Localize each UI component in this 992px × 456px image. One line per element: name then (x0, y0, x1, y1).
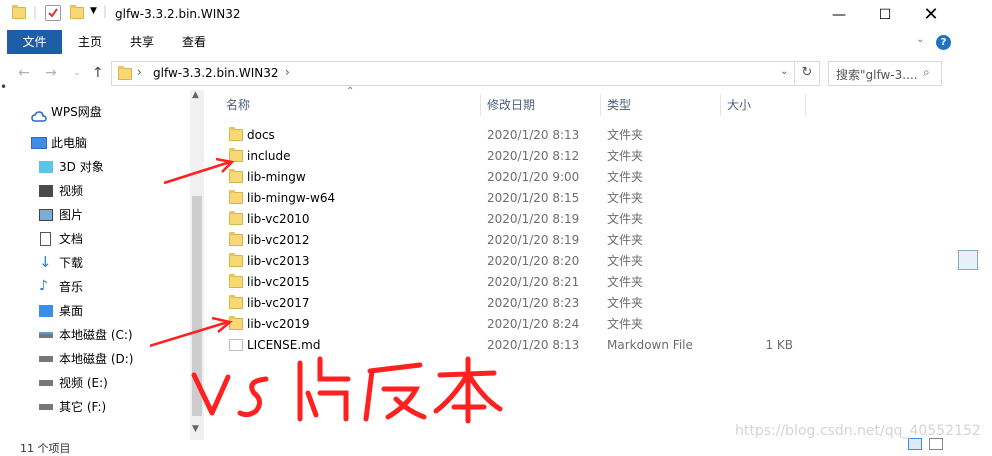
file-row[interactable]: docs 2020/1/20 8:13 文件夹 (215, 125, 805, 146)
cloud-icon (31, 107, 47, 122)
handwritten-annotation (188, 355, 508, 425)
preview-pane-icon[interactable] (958, 250, 978, 270)
chevron-down-icon[interactable]: ⌄ (780, 66, 788, 77)
watermark: https://blog.csdn.net/qq_40552152 (735, 423, 981, 439)
address-bar[interactable]: › glfw-3.3.2.bin.WIN32 › ⌄ (111, 61, 795, 86)
tab-share[interactable]: 共享 (122, 30, 162, 54)
address-path[interactable]: glfw-3.3.2.bin.WIN32 (153, 66, 278, 80)
music-icon: ♪ (39, 278, 48, 294)
desktop-icon (39, 305, 53, 317)
file-row[interactable]: LICENSE.md 2020/1/20 8:13 Markdown File … (215, 335, 805, 356)
folder-icon (118, 66, 132, 80)
separator: | (103, 4, 108, 18)
file-row[interactable]: lib-vc2015 2020/1/20 8:21 文件夹 (215, 272, 805, 293)
new-folder-icon[interactable] (70, 5, 84, 19)
video-icon (39, 185, 53, 197)
title-bar: | ▼ | glfw-3.3.2.bin.WIN32 — ☐ ✕ (0, 0, 992, 30)
scroll-up-icon[interactable]: ▲ (192, 90, 199, 100)
file-row[interactable]: lib-vc2017 2020/1/20 8:23 文件夹 (215, 293, 805, 314)
column-divider[interactable] (480, 94, 481, 116)
computer-icon (31, 137, 47, 149)
search-icon[interactable]: ⌕ (923, 65, 930, 80)
window-title: glfw-3.3.2.bin.WIN32 (115, 7, 241, 21)
column-header: ⌃ 名称 修改日期 类型 大小 (215, 86, 815, 118)
download-icon: ↓ (39, 253, 52, 271)
folder-icon (229, 127, 243, 141)
ribbon: 文件 主页 共享 查看 ⌄ ? (0, 30, 992, 56)
file-row[interactable]: lib-vc2013 2020/1/20 8:20 文件夹 (215, 251, 805, 272)
folder-icon[interactable] (12, 5, 26, 19)
details-view-icon[interactable] (908, 438, 922, 450)
chevron-right-icon[interactable]: › (285, 65, 290, 79)
help-icon[interactable]: ? (936, 35, 951, 50)
recent-locations-icon[interactable]: ⌄ (73, 68, 81, 78)
column-divider[interactable] (805, 94, 806, 116)
tab-file[interactable]: 文件 (7, 30, 62, 54)
close-icon[interactable]: ✕ (908, 0, 954, 30)
nav-item-drive-d[interactable]: 本地磁盘 (D:) (0, 347, 190, 371)
file-row[interactable]: lib-vc2012 2020/1/20 8:19 文件夹 (215, 230, 805, 251)
column-type[interactable]: 类型 (607, 92, 631, 118)
back-arrow-icon[interactable]: ← (18, 65, 30, 81)
separator: | (33, 5, 38, 19)
large-icons-view-icon[interactable] (929, 438, 943, 450)
column-name[interactable]: 名称 (226, 92, 250, 118)
expand-ribbon-icon[interactable]: ⌄ (916, 34, 924, 45)
search-input[interactable]: 搜索"glfw-3.... ⌕ (828, 61, 942, 86)
picture-icon (39, 209, 53, 221)
nav-item-drive-e[interactable]: 视频 (E:) (0, 371, 190, 395)
document-icon (40, 232, 51, 246)
minimize-icon[interactable]: — (816, 0, 862, 30)
column-divider[interactable] (600, 94, 601, 116)
tab-view[interactable]: 查看 (174, 30, 214, 54)
search-placeholder: 搜索"glfw-3.... (836, 68, 918, 82)
file-row[interactable]: lib-mingw 2020/1/20 9:00 文件夹 (215, 167, 805, 188)
properties-icon[interactable] (45, 5, 61, 21)
cube-icon (39, 161, 53, 173)
up-arrow-icon[interactable]: ↑ (92, 65, 104, 81)
drive-icon (39, 356, 53, 362)
drive-icon (39, 404, 53, 410)
annotation-arrows (150, 157, 235, 348)
sort-up-icon: ⌃ (346, 86, 355, 97)
forward-arrow-icon[interactable]: → (45, 65, 57, 81)
column-date[interactable]: 修改日期 (487, 92, 535, 118)
file-row[interactable]: lib-mingw-w64 2020/1/20 8:15 文件夹 (215, 188, 805, 209)
drive-icon (39, 380, 53, 386)
nav-item-wps[interactable]: WPS网盘 (0, 100, 190, 124)
column-size[interactable]: 大小 (727, 92, 751, 118)
item-count: 11 个项目 (20, 442, 71, 455)
column-divider[interactable] (720, 94, 721, 116)
maximize-icon[interactable]: ☐ (862, 0, 908, 30)
chevron-right-icon[interactable]: › (137, 65, 142, 79)
nav-item-drive-f[interactable]: 其它 (F:) (0, 395, 190, 419)
drive-c-icon (39, 332, 53, 338)
file-row[interactable]: lib-vc2019 2020/1/20 8:24 文件夹 (215, 314, 805, 335)
file-row[interactable]: include 2020/1/20 8:12 文件夹 (215, 146, 805, 167)
refresh-button[interactable]: ↻ (795, 61, 820, 86)
tab-home[interactable]: 主页 (70, 30, 110, 54)
file-row[interactable]: lib-vc2010 2020/1/20 8:19 文件夹 (215, 209, 805, 230)
chevron-down-icon[interactable]: ▼ (90, 6, 97, 16)
